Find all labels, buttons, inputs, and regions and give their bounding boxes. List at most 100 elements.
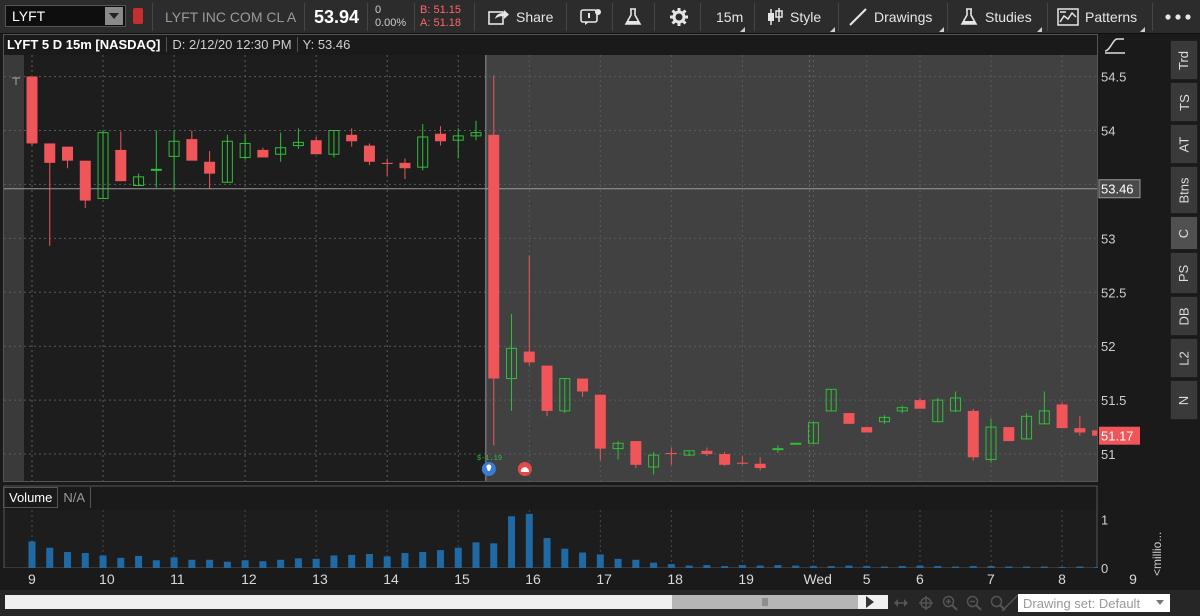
volume-bar [880, 566, 888, 568]
side-tab-label: AT [1176, 136, 1192, 152]
volume-units-label: <millio... [1150, 532, 1164, 576]
volume-bar [1005, 566, 1013, 568]
volume-bar [792, 565, 800, 568]
side-tab-label: N [1176, 395, 1192, 405]
volume-bar [934, 566, 942, 568]
crosshair-value: Y: 53.46 [296, 36, 356, 52]
y-tick-label: 54 [1101, 123, 1115, 138]
volume-bar [952, 566, 960, 568]
volume-bar [117, 557, 125, 568]
volume-tick-label: 1 [1101, 513, 1108, 528]
x-tick-label: 15 [454, 571, 470, 587]
y-tick-label: 52.5 [1101, 285, 1126, 300]
volume-bar [685, 565, 693, 568]
volume-bar [667, 564, 675, 568]
volume-bar [81, 553, 89, 568]
chart-style-icon[interactable] [1104, 36, 1126, 54]
side-tab-label: Trd [1176, 50, 1192, 70]
volume-bar [525, 513, 533, 568]
side-tab-ts[interactable]: TS [1170, 82, 1198, 122]
x-tick-label: 18 [667, 571, 683, 587]
drawing-set-select[interactable]: Drawing set: Default [1018, 594, 1170, 612]
scroll-right-arrow-icon[interactable] [866, 596, 874, 608]
volume-bar [294, 558, 302, 568]
x-tick-label: 13 [312, 571, 328, 587]
side-tab-n[interactable]: N [1170, 380, 1198, 420]
side-tab-label: TS [1176, 93, 1192, 111]
volume-bar [188, 559, 196, 568]
crosshair-date: D: 2/12/20 12:30 PM [166, 36, 296, 52]
volume-bar [170, 557, 178, 568]
drawing-line-icon[interactable] [1000, 593, 1020, 613]
side-tab-btns[interactable]: Btns [1170, 166, 1198, 214]
price-axis-background [1098, 34, 1168, 486]
side-tab-ps[interactable]: PS [1170, 252, 1198, 294]
volume-bar [774, 565, 782, 568]
volume-bar [579, 552, 587, 568]
volume-bar [632, 559, 640, 568]
volume-bar [596, 554, 604, 568]
expand-horizontal-icon[interactable] [893, 595, 909, 611]
volume-bar [863, 566, 871, 568]
x-tick-label: 9 [28, 571, 36, 587]
bottom-bar: Drawing set: Default [0, 590, 1200, 616]
chart-header: LYFT 5 D 15m [NASDAQ] D: 2/12/20 12:30 P… [3, 34, 355, 54]
side-tab-label: PS [1176, 264, 1192, 282]
volume-bar [1076, 566, 1084, 568]
side-tab-label: DB [1176, 306, 1192, 326]
volume-bar [436, 550, 444, 568]
volume-bar [348, 554, 356, 568]
volume-bar [614, 558, 622, 568]
volume-bar [969, 566, 977, 568]
volume-bar [561, 548, 569, 568]
side-tab-db[interactable]: DB [1170, 296, 1198, 336]
side-tab-label: C [1176, 228, 1192, 238]
side-tab-at[interactable]: AT [1170, 124, 1198, 164]
volume-bar [152, 560, 160, 568]
crosshair-icon[interactable] [918, 595, 934, 611]
volume-bar [46, 547, 54, 568]
side-tab-label: L2 [1176, 350, 1192, 366]
volume-bar [223, 561, 231, 568]
volume-title[interactable]: Volume [3, 487, 59, 508]
volume-bar [64, 552, 72, 568]
x-tick-label: 7 [987, 571, 995, 587]
grip-icon [762, 598, 768, 606]
volume-bar [827, 566, 835, 568]
x-tick-label: 16 [525, 571, 541, 587]
side-tab-c[interactable]: C [1170, 216, 1198, 250]
y-tick-label: 52 [1101, 339, 1115, 354]
crosshair-price-label: 53.46 [1101, 182, 1134, 197]
scroll-thumb[interactable] [672, 595, 858, 609]
volume-value: N/A [58, 487, 92, 508]
volume-bar [259, 561, 267, 568]
volume-bar [401, 553, 409, 568]
volume-bar [543, 538, 551, 568]
side-tab-label: Btns [1176, 176, 1192, 204]
x-tick-label: 5 [863, 571, 871, 587]
volume-bar [472, 542, 480, 568]
volume-bar [845, 565, 853, 568]
chevron-down-icon [1156, 600, 1164, 605]
x-tick-label: 10 [99, 571, 115, 587]
volume-bar [1023, 566, 1031, 568]
y-tick-label: 51.5 [1101, 393, 1126, 408]
side-tab-l2[interactable]: L2 [1170, 338, 1198, 378]
y-tick-label: 54.5 [1101, 70, 1126, 85]
zoom-in-icon[interactable] [942, 595, 958, 611]
volume-bar [703, 565, 711, 568]
zoom-out-icon[interactable] [966, 595, 982, 611]
volume-bar [277, 559, 285, 568]
x-tick-label: 9 [1129, 571, 1137, 587]
volume-bar [99, 555, 107, 568]
volume-bar [650, 562, 658, 568]
volume-bar [916, 565, 924, 568]
volume-tick-label: 0 [1101, 561, 1108, 576]
side-tab-trd[interactable]: Trd [1170, 40, 1198, 80]
volume-bar [721, 566, 729, 568]
volume-bar [1040, 566, 1048, 568]
volume-bar [365, 553, 373, 568]
volume-units-text: <millio... [1150, 532, 1164, 576]
x-tick-label: 11 [170, 571, 185, 587]
volume-bar [809, 566, 817, 568]
